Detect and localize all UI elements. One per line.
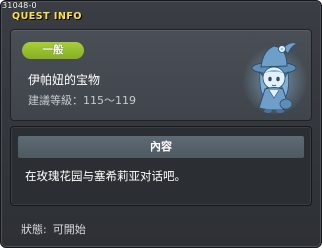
window-title: QUEST INFO (12, 11, 82, 22)
quest-status: 狀態: 可開始 (21, 221, 86, 237)
category-badge: 一般 (22, 42, 84, 59)
status-label: 狀態: (21, 223, 47, 236)
quest-content-panel: 內容 在玫瑰花园与塞希莉亚对话吧。 (10, 126, 312, 206)
npc-portrait-icon (242, 42, 308, 114)
quest-level: 建議等級：115～119 (28, 92, 136, 108)
quest-info-window: 31048-0 QUEST INFO 一般 伊帕妞的宝物 建議等級：115～11… (0, 0, 322, 248)
quest-id: 31048-0 (2, 1, 37, 10)
status-value: 可開始 (52, 223, 86, 236)
quest-name: 伊帕妞的宝物 (28, 73, 101, 87)
quest-level-label: 建議等級 (28, 94, 72, 107)
quest-summary-panel: 一般 伊帕妞的宝物 建議等級：115～119 (10, 29, 312, 121)
content-text: 在玫瑰花园与塞希莉亚对话吧。 (25, 169, 186, 183)
content-header: 內容 (18, 136, 304, 158)
quest-level-value: ：115～119 (72, 94, 136, 107)
